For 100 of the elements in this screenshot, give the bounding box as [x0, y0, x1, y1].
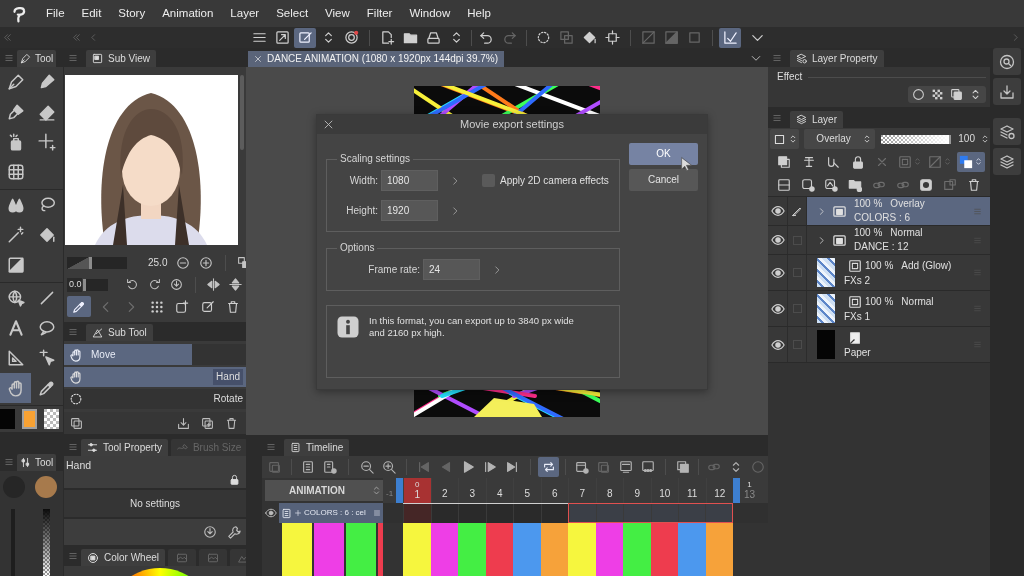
duplicate-squares-icon[interactable]: [201, 416, 214, 430]
frame-thumbnail[interactable]: [678, 523, 706, 576]
panel-tab[interactable]: [168, 549, 197, 566]
opacity-slider[interactable]: [881, 134, 952, 144]
chevron-right-icon[interactable]: [817, 235, 826, 245]
panel-tab[interactable]: Layer Property: [790, 50, 884, 67]
cancel-button[interactable]: Cancel: [629, 169, 698, 191]
layer-color-dropdown[interactable]: [770, 129, 800, 149]
plus-icon[interactable]: [294, 509, 302, 517]
sub-tool-item[interactable]: Rotate: [64, 389, 246, 409]
grip-icon[interactable]: [4, 52, 14, 63]
blend-mode-dropdown[interactable]: Overlay: [804, 129, 875, 149]
grip-icon[interactable]: [68, 326, 78, 337]
track-header[interactable]: COLORS : 6 : cel: [279, 503, 383, 523]
panel-tab[interactable]: Sub Tool: [86, 324, 153, 341]
flip-vertical-icon[interactable]: [229, 278, 242, 291]
frame-thumbnail[interactable]: [650, 523, 678, 576]
frame-thumbnail[interactable]: [623, 523, 651, 576]
magnifier-circle-button[interactable]: [993, 48, 1021, 75]
color-swatch[interactable]: [0, 409, 15, 429]
eye-icon[interactable]: [770, 204, 785, 218]
color-swatch[interactable]: [22, 409, 37, 429]
panel-tab[interactable]: Tool: [17, 50, 57, 67]
eye-icon[interactable]: [770, 301, 785, 316]
frame-thumbnail[interactable]: [485, 523, 513, 576]
frame-header[interactable]: 4: [485, 478, 513, 503]
menu-item[interactable]: Edit: [81, 6, 102, 21]
layer-item[interactable]: 100 % Overlay COLORS : 6: [807, 197, 990, 225]
grip-icon[interactable]: [68, 441, 78, 452]
frame-header[interactable]: 10: [650, 478, 678, 503]
menu-item[interactable]: Help: [467, 6, 491, 21]
frame-header[interactable]: 9: [623, 478, 651, 503]
pen-square-button[interactable]: [294, 27, 316, 48]
grip-icon[interactable]: [4, 456, 14, 467]
eye-icon[interactable]: [770, 233, 785, 247]
stacked-squares-icon[interactable]: [950, 88, 963, 101]
tool-group-header[interactable]: Move: [64, 344, 192, 365]
sub-tool-item[interactable]: Hand: [64, 367, 246, 387]
rotate-right-icon[interactable]: [148, 278, 161, 291]
frame-header[interactable]: 0 1: [403, 478, 431, 503]
rotation-field[interactable]: 0.0: [67, 277, 82, 292]
slider-track[interactable]: [43, 509, 50, 576]
download-tray-button[interactable]: [993, 78, 1021, 105]
panel-tab[interactable]: Layer: [790, 111, 843, 128]
frame-header[interactable]: 11: [678, 478, 706, 503]
download-tray-icon[interactable]: [177, 416, 190, 430]
layer-stack-circle-button[interactable]: [993, 118, 1021, 145]
up-down-arrows-icon[interactable]: [980, 134, 990, 144]
range-start-marker[interactable]: [396, 478, 403, 503]
eyedropper-button[interactable]: [67, 296, 91, 317]
loop-arrows-button[interactable]: [538, 457, 559, 477]
frame-thumbnail[interactable]: [513, 523, 541, 576]
menu-item[interactable]: Story: [118, 6, 146, 21]
frame-thumbnail[interactable]: [430, 523, 458, 576]
overlapping-color-squares-button[interactable]: [956, 151, 985, 172]
checker-pattern-icon[interactable]: [931, 88, 944, 101]
frame-thumbnail[interactable]: [568, 523, 596, 576]
trash-icon[interactable]: [225, 416, 238, 430]
frame-header[interactable]: 8: [595, 478, 623, 503]
panel-tab[interactable]: Color Wheel: [81, 549, 166, 566]
frame-header[interactable]: 5: [513, 478, 541, 503]
frame-thumbnail[interactable]: [458, 523, 486, 576]
zoom-slider[interactable]: [67, 256, 127, 269]
grip-icon[interactable]: [772, 52, 782, 63]
panel-tab[interactable]: Sub View: [86, 50, 157, 67]
eye-icon[interactable]: [265, 507, 277, 519]
panel-tab[interactable]: Tool: [17, 454, 57, 471]
scrollbar[interactable]: [240, 75, 244, 150]
frame-header[interactable]: 2: [430, 478, 458, 503]
down-arrow-circle-icon[interactable]: [203, 525, 217, 539]
grip-icon[interactable]: [68, 550, 78, 561]
circle-icon[interactable]: [912, 88, 925, 101]
number-field[interactable]: 1920: [381, 200, 438, 221]
range-end-marker[interactable]: [733, 478, 740, 503]
number-field[interactable]: 24: [423, 259, 480, 280]
menu-item[interactable]: Window: [409, 6, 451, 21]
down-arrow-circle-icon[interactable]: [170, 278, 183, 291]
layer-stack-button[interactable]: [993, 148, 1021, 175]
number-field[interactable]: 1080: [381, 170, 438, 191]
frame-thumbnail[interactable]: [595, 523, 623, 576]
frame-thumbnail[interactable]: [705, 523, 733, 576]
padlock-icon[interactable]: [229, 474, 240, 485]
plus-circle-icon[interactable]: [199, 255, 214, 270]
menu-item[interactable]: View: [325, 6, 350, 21]
flip-horizontal-icon[interactable]: [207, 278, 220, 291]
frame-thumbnail[interactable]: [403, 523, 431, 576]
panel-tab[interactable]: [199, 549, 228, 566]
menu-item[interactable]: Animation: [162, 6, 214, 21]
panel-tab[interactable]: Timeline: [284, 439, 350, 456]
ok-button[interactable]: OK: [629, 143, 698, 165]
check-mark-button[interactable]: [719, 27, 741, 48]
grip-icon[interactable]: [973, 206, 982, 216]
rotation-slider[interactable]: [83, 278, 108, 291]
minus-circle-icon[interactable]: [176, 255, 191, 270]
wrench-icon[interactable]: [227, 525, 241, 539]
pencil-icon[interactable]: [791, 205, 803, 217]
hand-button[interactable]: [0, 373, 31, 403]
panel-tab[interactable]: Tool Property: [81, 439, 168, 456]
frame-header[interactable]: 6: [540, 478, 568, 503]
grip-icon[interactable]: [772, 112, 782, 123]
